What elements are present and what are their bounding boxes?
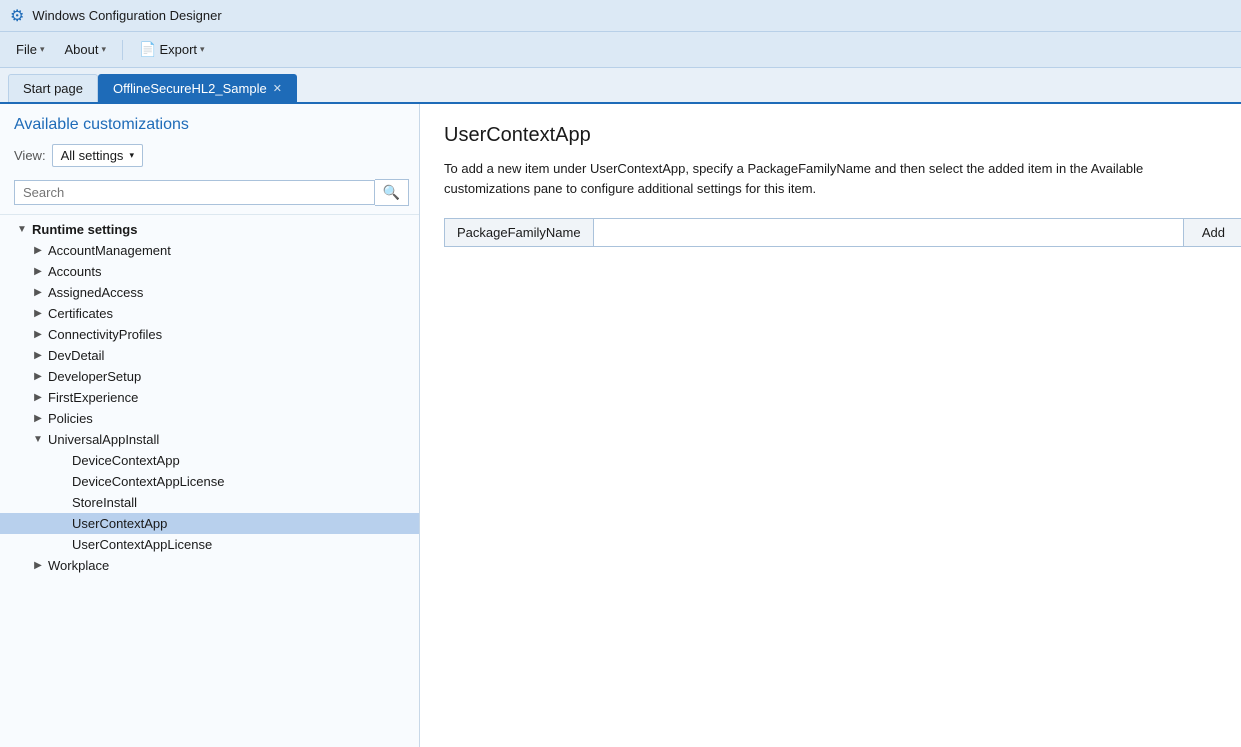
tree-item[interactable]: DeviceContextApp (0, 450, 419, 471)
app-title: Windows Configuration Designer (32, 8, 221, 23)
tree: ▼Runtime settings▶AccountManagement▶Acco… (0, 215, 419, 747)
package-family-name-input[interactable] (594, 219, 1183, 246)
search-row: 🔍 (0, 175, 419, 215)
app-icon: ⚙ (10, 6, 24, 26)
input-row: PackageFamilyName Add (444, 218, 1241, 247)
main-area: Available customizations View: All setti… (0, 104, 1241, 747)
title-bar: ⚙ Windows Configuration Designer (0, 0, 1241, 32)
right-panel: UserContextApp To add a new item under U… (420, 104, 1241, 747)
tree-item-label: Certificates (46, 306, 113, 321)
available-customizations-title: Available customizations (0, 104, 419, 140)
tree-item[interactable]: UserContextApp (0, 513, 419, 534)
package-family-name-label: PackageFamilyName (445, 219, 594, 246)
tab-offline-secure-label: OfflineSecureHL2_Sample (113, 81, 267, 96)
tree-item-label: UserContextApp (70, 516, 167, 531)
tree-item-label: DeviceContextAppLicense (70, 474, 224, 489)
view-dropdown[interactable]: All settings ▾ (52, 144, 143, 167)
tree-item[interactable]: ▶Policies (0, 408, 419, 429)
tree-item-label: Workplace (46, 558, 109, 573)
tree-expand-icon: ▶ (30, 413, 46, 424)
section-description: To add a new item under UserContextApp, … (444, 159, 1217, 198)
add-button[interactable]: Add (1183, 219, 1241, 246)
file-menu-label: File (16, 42, 37, 57)
tree-expand-icon: ▶ (30, 287, 46, 298)
tree-item-label: StoreInstall (70, 495, 137, 510)
tree-expand-icon: ▶ (30, 350, 46, 361)
menu-bar: File ▾ About ▾ 📄 Export ▾ (0, 32, 1241, 68)
left-panel: Available customizations View: All setti… (0, 104, 420, 747)
view-dropdown-chevron-icon: ▾ (129, 150, 134, 161)
tree-expand-icon: ▶ (30, 371, 46, 382)
tree-item[interactable]: ▶AccountManagement (0, 240, 419, 261)
export-icon: 📄 (139, 41, 156, 58)
tab-start-page-label: Start page (23, 81, 83, 96)
tree-item[interactable]: ▶DevDetail (0, 345, 419, 366)
export-chevron-icon: ▾ (200, 44, 205, 55)
tab-offline-secure[interactable]: OfflineSecureHL2_Sample ✕ (98, 74, 297, 102)
export-menu[interactable]: 📄 Export ▾ (131, 37, 213, 62)
tree-item-label: AssignedAccess (46, 285, 143, 300)
tree-item-label: UniversalAppInstall (46, 432, 159, 447)
export-menu-label: Export (159, 42, 197, 57)
tree-item[interactable]: ▼UniversalAppInstall (0, 429, 419, 450)
tree-item-label: Accounts (46, 264, 101, 279)
file-chevron-icon: ▾ (40, 44, 45, 55)
tree-expand-icon: ▶ (30, 266, 46, 277)
file-menu[interactable]: File ▾ (8, 38, 52, 61)
section-title: UserContextApp (444, 124, 1217, 147)
tree-item[interactable]: ▼Runtime settings (0, 219, 419, 240)
menu-divider (122, 40, 123, 60)
tree-item-label: DevDetail (46, 348, 104, 363)
tree-item-label: DeviceContextApp (70, 453, 180, 468)
tree-item[interactable]: ▶DeveloperSetup (0, 366, 419, 387)
tree-item[interactable]: ▶Accounts (0, 261, 419, 282)
tree-expand-icon: ▶ (30, 560, 46, 571)
tree-item-label: UserContextAppLicense (70, 537, 212, 552)
view-dropdown-label: All settings (61, 148, 124, 163)
tree-item[interactable]: ▶AssignedAccess (0, 282, 419, 303)
tree-item-label: Policies (46, 411, 93, 426)
tree-expand-icon: ▶ (30, 329, 46, 340)
tree-item[interactable]: StoreInstall (0, 492, 419, 513)
tree-item[interactable]: ▶FirstExperience (0, 387, 419, 408)
tree-item-label: DeveloperSetup (46, 369, 141, 384)
tab-bar: Start page OfflineSecureHL2_Sample ✕ (0, 68, 1241, 104)
tree-item-label: Runtime settings (30, 222, 137, 237)
about-menu[interactable]: About ▾ (56, 38, 114, 61)
tree-item[interactable]: UserContextAppLicense (0, 534, 419, 555)
tree-expand-icon: ▶ (30, 392, 46, 403)
view-label: View: (14, 148, 46, 163)
about-menu-label: About (64, 42, 98, 57)
tree-item-label: AccountManagement (46, 243, 171, 258)
tab-close-icon[interactable]: ✕ (273, 82, 282, 95)
search-button[interactable]: 🔍 (375, 179, 409, 206)
tab-start-page[interactable]: Start page (8, 74, 98, 102)
tree-item-label: FirstExperience (46, 390, 138, 405)
tree-expand-icon: ▼ (30, 434, 46, 445)
search-input[interactable] (14, 180, 375, 205)
tree-item[interactable]: ▶Certificates (0, 303, 419, 324)
tree-expand-icon: ▶ (30, 308, 46, 319)
tree-item[interactable]: ▶ConnectivityProfiles (0, 324, 419, 345)
tree-item-label: ConnectivityProfiles (46, 327, 162, 342)
tree-expand-icon: ▼ (14, 224, 30, 235)
tree-item[interactable]: ▶Workplace (0, 555, 419, 576)
view-row: View: All settings ▾ (0, 140, 419, 175)
about-chevron-icon: ▾ (101, 44, 106, 55)
tree-expand-icon: ▶ (30, 245, 46, 256)
tree-item[interactable]: DeviceContextAppLicense (0, 471, 419, 492)
